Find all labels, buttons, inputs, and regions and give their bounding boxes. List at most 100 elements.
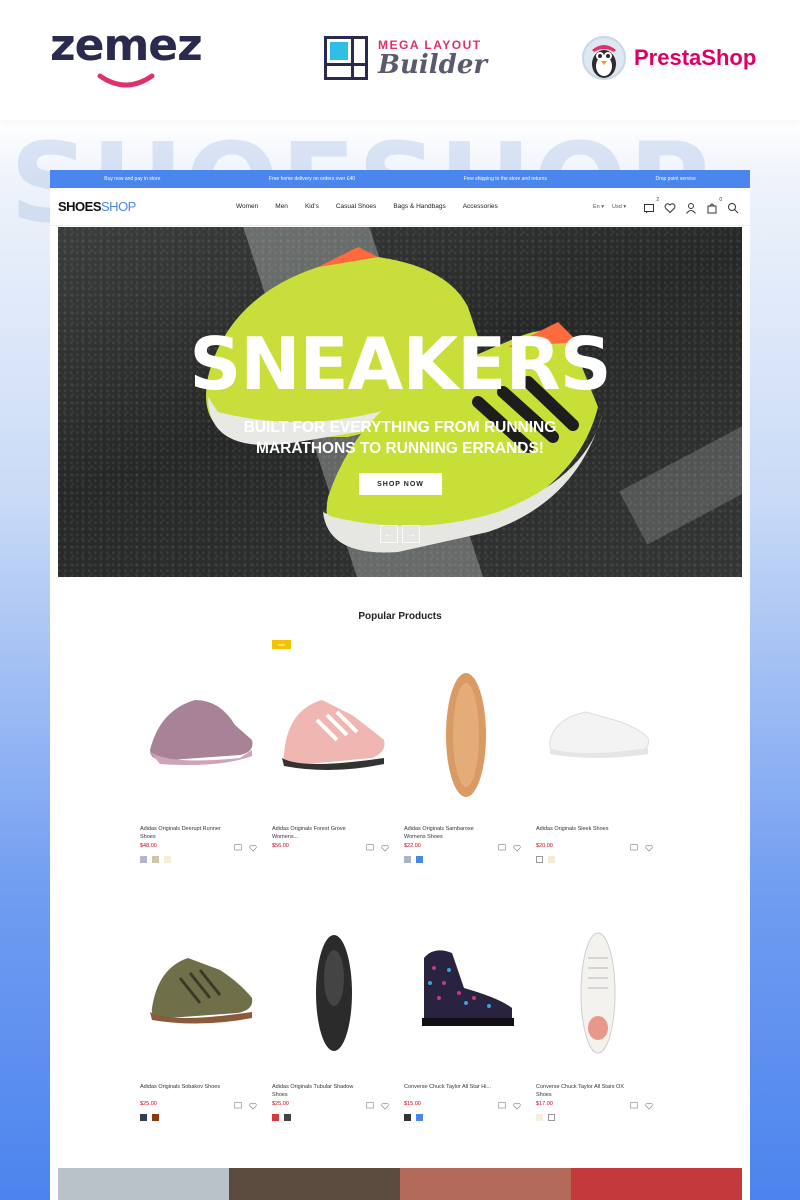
product-image[interactable] [536, 640, 661, 825]
wishlist-icon[interactable] [645, 839, 655, 852]
color-swatch[interactable] [548, 1114, 555, 1121]
color-swatch[interactable] [404, 856, 411, 863]
mega-layout-builder-logo: MEGA LAYOUT Builder [324, 36, 487, 80]
hero-subtitle: BUILT FOR EVERYTHING FROM RUNNING MARATH… [243, 419, 557, 457]
color-swatches [272, 1114, 397, 1121]
menu-item-accessories[interactable]: Accessories [463, 203, 498, 210]
wishlist-icon[interactable] [249, 839, 259, 852]
language-select[interactable]: En ▾ [593, 204, 604, 210]
menu-item-bags-handbags[interactable]: Bags & Handbags [393, 203, 445, 210]
compare-icon[interactable] [234, 839, 244, 851]
color-swatches [536, 1114, 661, 1121]
product-card[interactable]: Adidas Originals Deerupt Runner Shoes $4… [140, 640, 265, 863]
color-swatch[interactable] [140, 1114, 147, 1121]
compare-icon[interactable] [234, 1097, 244, 1109]
hero-banner[interactable]: SNEAKERS BUILT FOR EVERYTHING FROM RUNNI… [58, 227, 742, 577]
section-title: Popular Products [358, 611, 442, 622]
cart-count: 0 [719, 197, 723, 203]
compare-icon[interactable] [630, 839, 640, 851]
info-item: Buy now and pay in store [104, 176, 161, 182]
slider-prev-button[interactable]: ← [380, 525, 398, 543]
info-bar: Buy now and pay in store Free home deliv… [50, 170, 750, 188]
product-image[interactable] [404, 640, 529, 825]
wishlist-icon[interactable] [664, 201, 676, 214]
wishlist-icon[interactable] [381, 1097, 391, 1110]
compare-icon[interactable]: 2 [643, 197, 659, 214]
store-preview: Buy now and pay in store Free home deliv… [50, 170, 750, 1200]
product-card[interactable]: Adidas Originals Sambarose Womens Shoes … [404, 640, 529, 863]
color-swatch[interactable] [548, 856, 555, 863]
prestashop-logo: PrestaShop [582, 36, 756, 80]
color-swatch[interactable] [164, 856, 171, 863]
color-swatch[interactable] [272, 1114, 279, 1121]
product-name[interactable]: Adidas Originals Forest Grove Womens... [272, 825, 364, 841]
compare-icon[interactable] [498, 839, 508, 851]
builder-line2: Builder [378, 50, 488, 80]
color-swatch[interactable] [416, 1114, 423, 1121]
slider-arrows: ← → [380, 525, 424, 543]
zemes-logo-text: zemez [50, 20, 203, 71]
penguin-icon [582, 36, 626, 80]
color-swatch[interactable] [404, 1114, 411, 1121]
color-swatch[interactable] [140, 856, 147, 863]
product-name[interactable]: Adidas Originals Sleek Shoes [536, 825, 628, 841]
menu-item-women[interactable]: Women [236, 203, 258, 210]
color-swatches [404, 856, 529, 863]
store-header: SHOESSHOP Women Men Kid's Casual Shoes B… [50, 188, 750, 226]
product-card[interactable]: sale Adidas Originals Forest Grove Women… [272, 640, 397, 856]
zemes-logo[interactable]: zemez [50, 24, 210, 94]
color-swatches [536, 856, 661, 863]
color-swatch[interactable] [284, 1114, 291, 1121]
wishlist-icon[interactable] [513, 839, 523, 852]
wishlist-icon[interactable] [513, 1097, 523, 1110]
store-logo[interactable]: SHOESSHOP [58, 199, 136, 214]
header-utilities: En ▾ Usd ▾ 2 0 [593, 197, 739, 214]
product-image[interactable] [140, 640, 265, 825]
color-swatch[interactable] [152, 1114, 159, 1121]
hero-title: SNEAKERS [189, 322, 611, 406]
product-image[interactable] [404, 898, 529, 1083]
search-icon[interactable] [727, 201, 739, 214]
product-image[interactable] [272, 898, 397, 1083]
product-card[interactable]: Adidas Originals Sobakov Shoes $25.00 [140, 898, 265, 1121]
product-name[interactable]: Converse Chuck Taylor All Star Hi... [404, 1083, 496, 1099]
compare-icon[interactable] [498, 1097, 508, 1109]
user-icon[interactable] [685, 201, 697, 214]
product-card[interactable]: Adidas Originals Sleek Shoes $20.00 [536, 640, 661, 863]
slider-next-button[interactable]: → [402, 525, 420, 543]
menu-item-kids[interactable]: Kid's [305, 203, 319, 210]
info-item: Free home delivery on orders over £40 [268, 176, 356, 182]
color-swatch[interactable] [416, 856, 423, 863]
smile-icon [97, 73, 155, 88]
menu-item-casual-shoes[interactable]: Casual Shoes [336, 203, 376, 210]
product-image[interactable]: sale [272, 640, 397, 825]
product-name[interactable]: Adidas Originals Sobakov Shoes [140, 1083, 232, 1099]
wishlist-icon[interactable] [645, 1097, 655, 1110]
info-item: Drop point service [655, 176, 696, 182]
product-image[interactable] [536, 898, 661, 1083]
color-swatch[interactable] [536, 856, 543, 863]
main-menu: Women Men Kid's Casual Shoes Bags & Hand… [236, 203, 515, 210]
compare-icon[interactable] [366, 1097, 376, 1109]
compare-icon[interactable] [366, 839, 376, 851]
color-swatches [140, 1114, 265, 1121]
cart-icon[interactable]: 0 [706, 197, 722, 214]
currency-select[interactable]: Usd ▾ [612, 204, 626, 210]
product-card[interactable]: Converse Chuck Taylor All Stars OX Shoes… [536, 898, 661, 1121]
compare-icon[interactable] [630, 1097, 640, 1109]
grid-logo-icon [324, 36, 368, 80]
product-name[interactable]: Adidas Originals Sambarose Womens Shoes [404, 825, 496, 841]
color-swatch[interactable] [536, 1114, 543, 1121]
menu-item-men[interactable]: Men [275, 203, 288, 210]
product-card[interactable]: Adidas Originals Tubular Shadow Shoes $2… [272, 898, 397, 1121]
product-card[interactable]: Converse Chuck Taylor All Star Hi... $15… [404, 898, 529, 1121]
product-image[interactable] [140, 898, 265, 1083]
wishlist-icon[interactable] [249, 1097, 259, 1110]
shop-now-button[interactable]: SHOP NOW [359, 473, 442, 495]
color-swatch[interactable] [152, 856, 159, 863]
product-name[interactable]: Converse Chuck Taylor All Stars OX Shoes [536, 1083, 628, 1099]
wishlist-icon[interactable] [381, 839, 391, 852]
product-name[interactable]: Adidas Originals Tubular Shadow Shoes [272, 1083, 364, 1099]
product-name[interactable]: Adidas Originals Deerupt Runner Shoes [140, 825, 232, 841]
info-item: Free shipping to the store and returns [463, 176, 547, 182]
